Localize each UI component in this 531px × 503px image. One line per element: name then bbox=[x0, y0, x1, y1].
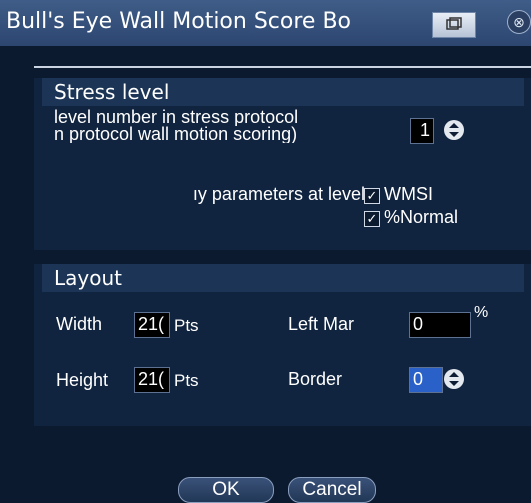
stress-level-group: Stress level level number in stress prot… bbox=[34, 78, 531, 250]
stress-level-title: Stress level bbox=[54, 80, 170, 104]
stress-level-description-line1: level number in stress protocol bbox=[54, 108, 299, 126]
wmsi-label: WMSI bbox=[384, 184, 433, 204]
width-unit: Pts bbox=[174, 316, 199, 335]
wall-motion-score-dialog: Bull's Eye Wall Motion Score Bo ⊗ Stress… bbox=[0, 0, 531, 503]
layout-header: Layout bbox=[42, 264, 524, 292]
width-label: Width bbox=[56, 314, 103, 334]
display-parameters-label: ıy parameters at level: bbox=[192, 184, 370, 204]
border-input[interactable]: 0 bbox=[409, 367, 443, 393]
restore-button[interactable] bbox=[432, 12, 476, 38]
window-title: Bull's Eye Wall Motion Score Bo bbox=[6, 9, 351, 34]
layout-title: Layout bbox=[54, 266, 122, 290]
stress-level-spinner-icon[interactable] bbox=[444, 120, 464, 140]
left-margin-label: Left Mar bbox=[288, 314, 355, 334]
width-input[interactable]: 21( bbox=[134, 312, 170, 338]
stress-level-input[interactable]: 1 bbox=[410, 118, 434, 144]
left-margin-input[interactable]: 0 bbox=[409, 312, 471, 338]
left-margin-unit: % bbox=[474, 304, 489, 321]
stress-level-description-line2: n protocol wall motion scoring) bbox=[54, 125, 298, 143]
stress-level-header: Stress level bbox=[42, 78, 524, 106]
ok-button[interactable]: OK bbox=[178, 477, 274, 503]
divider bbox=[34, 66, 531, 68]
cancel-button[interactable]: Cancel bbox=[288, 477, 376, 503]
height-unit: Pts bbox=[174, 371, 199, 390]
normal-label: %Normal bbox=[384, 207, 459, 227]
height-label: Height bbox=[56, 370, 109, 390]
layout-group: Layout Width 21( Pts Height 21( Pts Left… bbox=[34, 264, 531, 426]
border-label: Border bbox=[288, 369, 343, 389]
border-spinner-icon[interactable] bbox=[444, 369, 464, 389]
height-input[interactable]: 21( bbox=[134, 367, 170, 393]
title-bar[interactable]: Bull's Eye Wall Motion Score Bo ⊗ bbox=[0, 0, 531, 46]
restore-icon bbox=[446, 17, 462, 30]
wmsi-checkbox[interactable]: ✓ bbox=[364, 188, 380, 204]
normal-checkbox[interactable]: ✓ bbox=[364, 211, 380, 227]
close-icon[interactable]: ⊗ bbox=[507, 10, 531, 34]
